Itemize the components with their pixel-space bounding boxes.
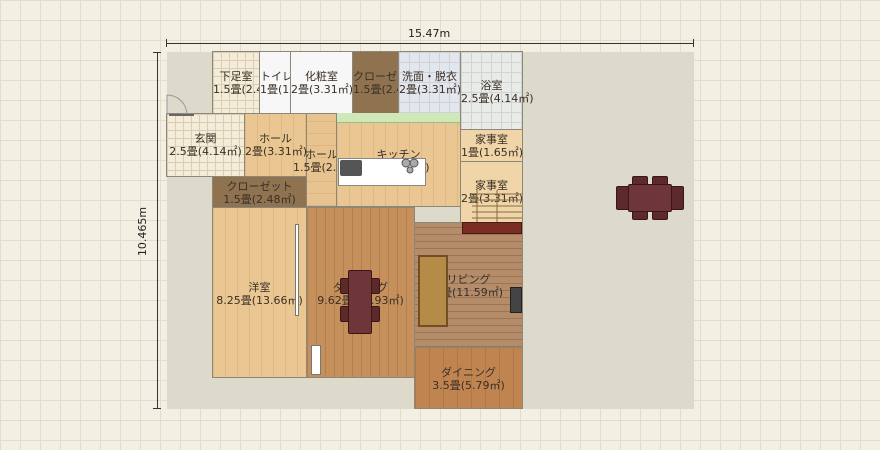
stove-icon bbox=[400, 158, 420, 174]
room-bath[interactable]: 浴室 2.5畳(4.14㎡) bbox=[460, 51, 534, 130]
room-name: ホール bbox=[305, 148, 338, 161]
room-size: 2.5畳(4.14㎡) bbox=[169, 145, 242, 158]
width-dimension-tick-right bbox=[693, 39, 694, 47]
sink-icon bbox=[340, 160, 362, 176]
room-name: 家事室 bbox=[475, 133, 508, 146]
room-name: 洋室 bbox=[248, 281, 271, 294]
room-wash-changing[interactable]: 洗面・脱衣 2畳(3.31㎡) bbox=[398, 51, 461, 114]
room-hall-1[interactable]: ホール 2畳(3.31㎡) bbox=[244, 113, 307, 177]
sofa-icon bbox=[418, 255, 448, 327]
room-utility-1[interactable]: 家事室 1畳(1.65㎡) bbox=[460, 129, 523, 162]
room-size: 3.5畳(5.79㎡) bbox=[432, 379, 505, 392]
height-dimension-label: 10.465m bbox=[136, 206, 150, 257]
height-dimension-tick-top bbox=[153, 52, 161, 53]
room-size: 2畳(3.31㎡) bbox=[291, 83, 354, 96]
room-closet-mid[interactable]: クローゼット 1.5畳(2.48㎡) bbox=[212, 176, 307, 208]
room-name: 下足室 bbox=[219, 70, 253, 83]
living-storage bbox=[462, 222, 522, 234]
room-closet-top[interactable]: クローゼット 1.5畳(2.48㎡) bbox=[352, 51, 426, 114]
height-dimension-line bbox=[157, 52, 158, 409]
room-dining-2[interactable]: ダイニング 3.5畳(5.79㎡) bbox=[414, 347, 523, 409]
room-name: リビング bbox=[446, 273, 491, 286]
room-size: 2畳(3.31㎡) bbox=[399, 83, 462, 96]
room-name: ホール bbox=[259, 132, 292, 145]
room-name: 化粧室 bbox=[305, 70, 338, 83]
width-dimension-label: 15.47m bbox=[408, 27, 451, 40]
tv-icon bbox=[510, 287, 522, 313]
room-name: クローゼット bbox=[226, 180, 293, 193]
room-name: 浴室 bbox=[480, 79, 503, 92]
height-dimension-tick-bottom bbox=[153, 408, 161, 409]
width-dimension-line bbox=[166, 43, 694, 44]
room-entrance[interactable]: 玄関 2.5畳(4.14㎡) bbox=[166, 113, 245, 177]
sliding-door bbox=[295, 224, 299, 316]
room-name: 玄関 bbox=[194, 132, 217, 145]
room-western[interactable]: 洋室 8.25畳(13.66㎡) bbox=[212, 207, 307, 378]
room-size: 1.5畳(2.48㎡) bbox=[223, 193, 296, 206]
room-name: トイレ bbox=[260, 70, 293, 83]
door-swing-icon bbox=[166, 94, 194, 116]
room-toilet[interactable]: トイレ1畳(1.65㎡) bbox=[259, 51, 322, 114]
dining-set-icon bbox=[338, 268, 382, 338]
room-hall-2[interactable]: ホール 1.5畳(2.48㎡) bbox=[293, 113, 366, 207]
outdoor-dining-set-icon bbox=[616, 176, 684, 220]
room-powder[interactable]: 化粧室 2畳(3.31㎡) bbox=[290, 51, 353, 114]
kitchen-counter bbox=[337, 113, 460, 123]
room-size: 1畳(1.65㎡) bbox=[461, 146, 524, 159]
room-size: 2.5畳(4.14㎡) bbox=[461, 92, 534, 105]
pillar bbox=[311, 345, 321, 375]
room-name: ダイニング bbox=[441, 366, 496, 379]
room-name: 洗面・脱衣 bbox=[402, 70, 457, 83]
stairs-icon bbox=[472, 190, 522, 222]
width-dimension-tick-left bbox=[166, 39, 167, 47]
room-foot-wash[interactable]: 下足室 1.5畳(2.48㎡) bbox=[212, 51, 286, 114]
room-size: 8.25畳(13.66㎡) bbox=[216, 294, 303, 307]
room-size: 2畳(3.31㎡) bbox=[245, 145, 308, 158]
